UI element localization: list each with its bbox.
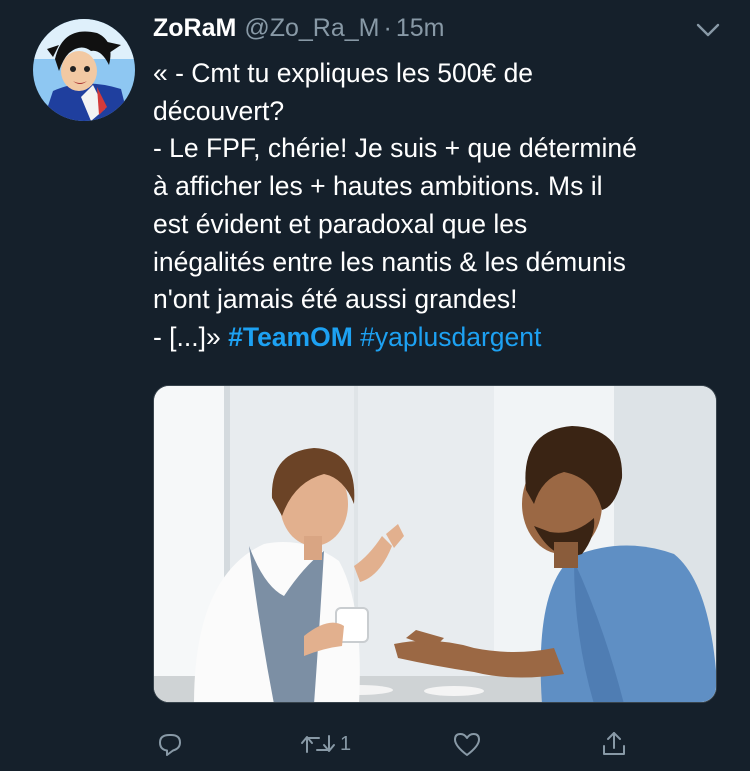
tweet-text-line: à afficher les + hautes ambitions. Ms il (153, 171, 603, 202)
reply-icon (156, 730, 184, 758)
tweet-header: ZoRaM @Zo_Ra_M · 15m (153, 14, 444, 50)
separator-dot: · (383, 14, 392, 42)
retweet-count: 1 (340, 732, 352, 755)
tweet-photo[interactable] (153, 385, 717, 703)
share-icon (600, 730, 628, 758)
timestamp[interactable]: 15m (396, 14, 445, 43)
hashtag-teamom[interactable]: #TeamOM (228, 322, 353, 352)
action-bar: 1 (0, 724, 750, 764)
tweet[interactable]: ZoRaM @Zo_Ra_M · 15m « - Cmt tu explique… (0, 0, 750, 771)
retweet-icon (300, 730, 336, 758)
tweet-text-line: découvert? (153, 95, 285, 126)
tweet-text: « - Cmt tu expliques les 500€ de découve… (153, 55, 733, 357)
like-button[interactable] (452, 724, 482, 764)
user-handle[interactable]: @Zo_Ra_M (244, 14, 379, 43)
heart-icon (452, 730, 482, 758)
tweet-text-line: n'ont jamais été aussi grandes! (153, 284, 518, 315)
tweet-text-prefix: - [...]» (153, 321, 229, 352)
tweet-text-line: - Le FPF, chérie! Je suis + que détermin… (153, 133, 637, 164)
share-button[interactable] (600, 724, 628, 764)
tweet-text-line: est évident et paradoxal que les (153, 208, 528, 239)
chevron-down-icon[interactable] (695, 20, 721, 40)
avatar[interactable] (33, 19, 135, 121)
hashtag-yaplusdargent[interactable]: #yaplusdargent (360, 322, 541, 352)
retweet-button[interactable]: 1 (300, 724, 351, 764)
tweet-text-line: « - Cmt tu expliques les 500€ de (153, 58, 534, 88)
tweet-text-line: inégalités entre les nantis & les démuni… (153, 246, 626, 277)
reply-button[interactable] (156, 724, 184, 764)
display-name[interactable]: ZoRaM (153, 14, 236, 43)
tweet-text-last-line: - [...]» #TeamOM #yaplusdargent (153, 319, 733, 357)
